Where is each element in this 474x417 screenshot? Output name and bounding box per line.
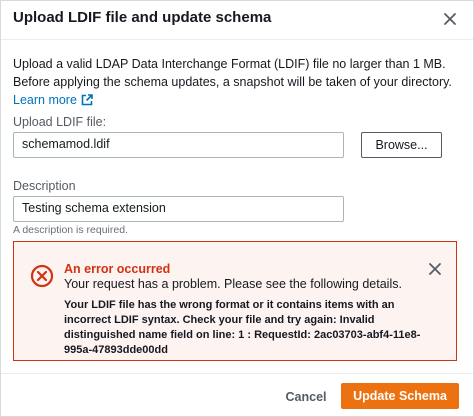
error-alert: An error occurred Your request has a pro… [13, 241, 457, 361]
intro-body: Upload a valid LDAP Data Interchange For… [13, 57, 452, 89]
browse-button[interactable]: Browse... [361, 132, 442, 158]
close-icon [429, 263, 441, 275]
description-hint: A description is required. [13, 224, 128, 236]
file-name-field[interactable]: schemamod.ldif [13, 132, 344, 158]
upload-ldif-dialog: Upload LDIF file and update schema Uploa… [0, 0, 474, 417]
learn-more-label: Learn more [13, 93, 77, 107]
close-icon [444, 13, 456, 25]
dialog-footer: Cancel Update Schema [1, 373, 473, 417]
alert-title: An error occurred [64, 262, 171, 276]
close-dialog-button[interactable] [437, 6, 463, 32]
cancel-button[interactable]: Cancel [279, 384, 333, 410]
dialog-title: Upload LDIF file and update schema [13, 9, 272, 26]
intro-text: Upload a valid LDAP Data Interchange For… [13, 55, 463, 109]
update-schema-button[interactable]: Update Schema [341, 383, 459, 409]
learn-more-link[interactable]: Learn more [13, 93, 93, 107]
description-field[interactable]: Testing schema extension [13, 196, 344, 222]
external-link-icon [81, 94, 93, 106]
dismiss-alert-button[interactable] [426, 260, 444, 278]
upload-file-label: Upload LDIF file: [13, 115, 107, 129]
description-label: Description [13, 179, 76, 193]
alert-subtitle: Your request has a problem. Please see t… [64, 277, 402, 291]
alert-details: Your LDIF file has the wrong format or i… [64, 299, 421, 356]
dialog-header: Upload LDIF file and update schema [1, 1, 473, 40]
error-circle-icon [30, 264, 54, 288]
